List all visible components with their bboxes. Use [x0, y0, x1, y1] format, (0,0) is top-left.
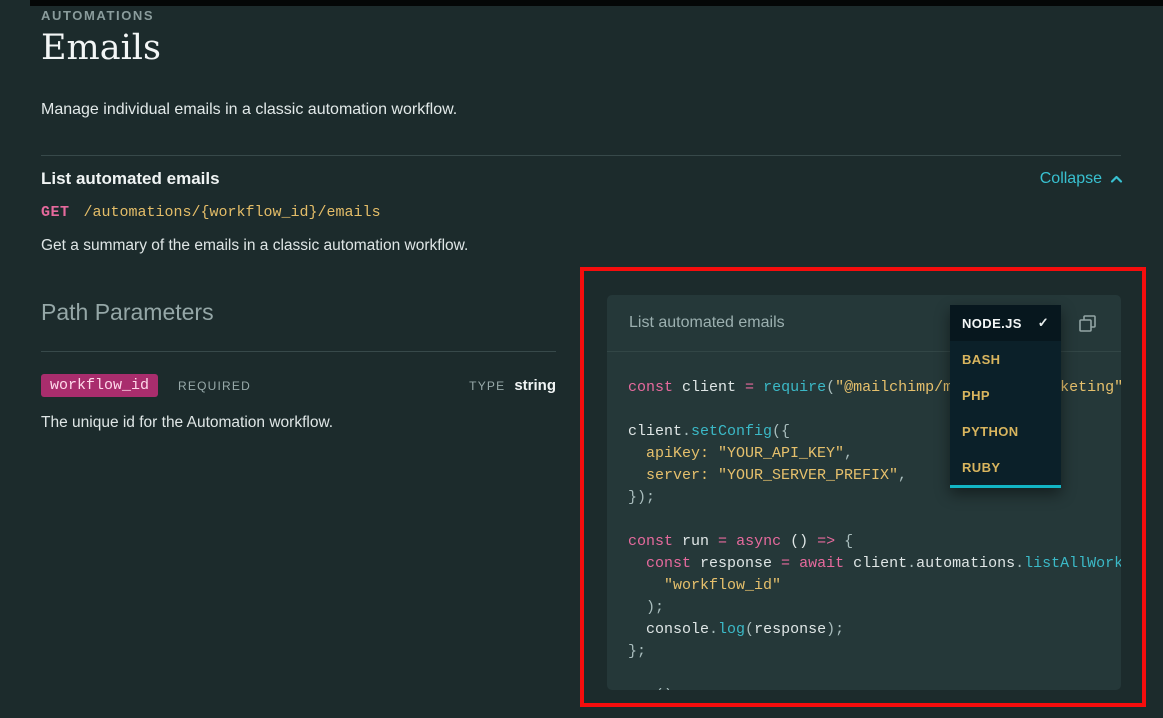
language-option-python[interactable]: PYTHON [950, 413, 1061, 449]
collapse-label: Collapse [1040, 170, 1102, 188]
code-example-panel: List automated emails const client = req… [607, 295, 1121, 690]
path-parameters-heading: Path Parameters [41, 299, 214, 326]
code-line: }; [628, 641, 1121, 663]
endpoint-signature: GET /automations/{workflow_id}/emails [41, 204, 381, 221]
section-divider [41, 155, 1121, 156]
copy-icon [1078, 314, 1097, 333]
code-line: run(); [628, 685, 1121, 690]
language-option-node-js[interactable]: NODE.JS ✓ [950, 305, 1061, 341]
language-option-label: BASH [962, 352, 1000, 367]
language-option-php[interactable]: PHP [950, 377, 1061, 413]
required-label: REQUIRED [178, 379, 251, 393]
language-option-label: NODE.JS [962, 316, 1022, 331]
parameter-row: workflow_id REQUIRED TYPE string [41, 374, 556, 397]
language-option-label: PYTHON [962, 424, 1019, 439]
code-line: }); [628, 487, 1121, 509]
page-title: Emails [41, 28, 161, 68]
code-panel-title: List automated emails [629, 314, 785, 332]
language-option-ruby[interactable]: RUBY [950, 449, 1061, 485]
parameter-description: The unique id for the Automation workflo… [41, 414, 333, 432]
chevron-up-icon [1109, 172, 1124, 187]
code-line [628, 663, 1121, 685]
collapse-button[interactable]: Collapse [1040, 170, 1124, 188]
endpoint-description: Get a summary of the emails in a classic… [41, 237, 468, 255]
code-line: const response = await client.automation… [628, 553, 1121, 575]
code-line [628, 509, 1121, 531]
endpoint-heading: List automated emails [41, 169, 220, 189]
endpoint-path: /automations/{workflow_id}/emails [84, 204, 381, 221]
copy-code-button[interactable] [1078, 314, 1097, 333]
language-option-label: RUBY [962, 460, 1000, 475]
check-icon: ✓ [1038, 315, 1049, 331]
code-line: "workflow_id" [628, 575, 1121, 597]
language-option-bash[interactable]: BASH [950, 341, 1061, 377]
type-label: TYPE [469, 379, 505, 393]
breadcrumb-section: AUTOMATIONS [41, 8, 154, 23]
type-value: string [514, 377, 556, 394]
language-option-label: PHP [962, 388, 990, 403]
page-description: Manage individual emails in a classic au… [41, 101, 457, 119]
path-parameters-divider [41, 351, 556, 352]
parameter-type: TYPE string [469, 377, 556, 394]
language-dropdown: NODE.JS ✓ BASH PHP PYTHON RUBY [950, 305, 1061, 488]
code-line: ); [628, 597, 1121, 619]
parameter-name-badge: workflow_id [41, 374, 158, 397]
http-method: GET [41, 204, 70, 221]
code-line: console.log(response); [628, 619, 1121, 641]
top-divider [30, 0, 1163, 6]
code-line: const run = async () => { [628, 531, 1121, 553]
